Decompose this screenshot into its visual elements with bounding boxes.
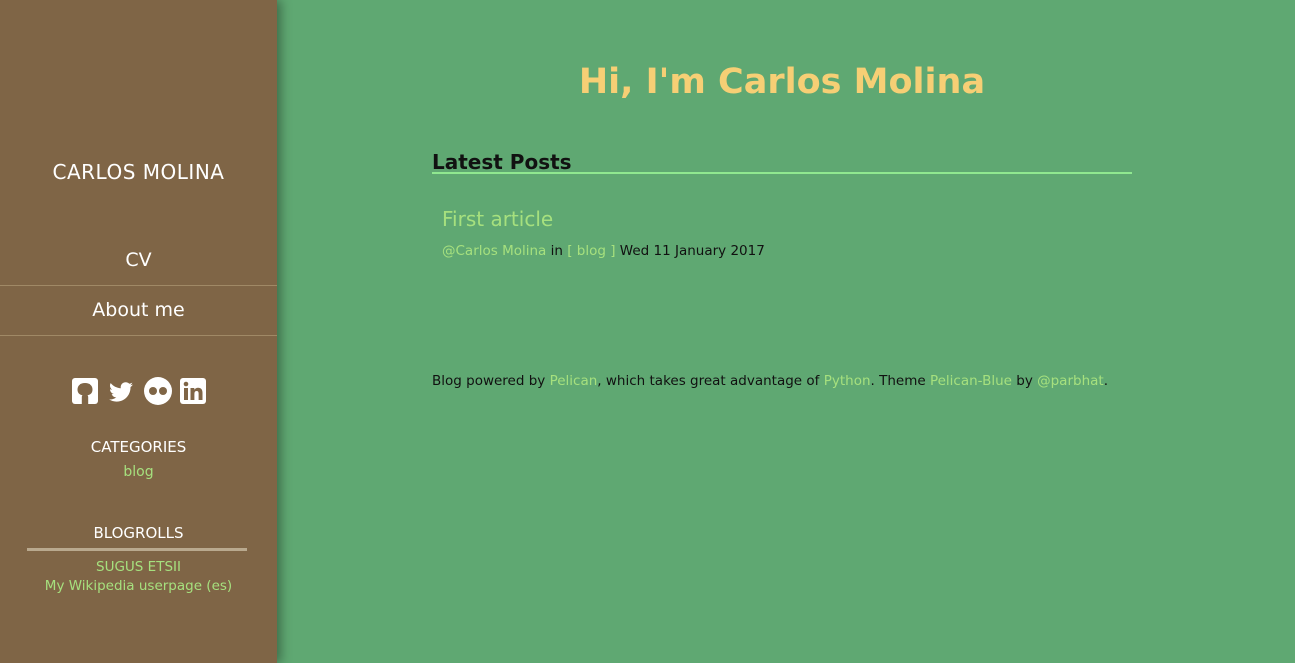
latest-posts-title: Latest Posts [432,150,572,174]
nav-item-about-me[interactable]: About me [0,286,277,336]
flickr-icon[interactable] [143,376,172,406]
article-meta: @Carlos Molina in [ blog ] Wed 11 Januar… [442,243,765,259]
footer-text: . Theme [870,373,930,389]
article-category-link[interactable]: [ blog ] [567,243,615,259]
category-link-blog[interactable]: blog [0,464,277,480]
categories-title: CATEGORIES [90,438,187,456]
article-author-link[interactable]: @Carlos Molina [442,243,546,259]
theme-author-link[interactable]: @parbhat [1037,373,1104,389]
site-title-link[interactable]: CARLOS MOLINA [0,160,277,184]
nav-item-cv[interactable]: CV [0,236,277,286]
sidebar: CARLOS MOLINA CV About me CATEGORIES blo… [0,0,277,663]
blogroll-link-wikipedia[interactable]: My Wikipedia userpage (es) [0,577,277,596]
article-title-link[interactable]: First article [442,207,553,231]
python-link[interactable]: Python [824,373,871,389]
linkedin-icon[interactable] [179,376,207,406]
footer-text: . [1103,373,1108,389]
pelican-link[interactable]: Pelican [550,373,598,389]
blogrolls-title: BLOGROLLS [93,524,184,542]
footer-text: Blog powered by [432,373,550,389]
footer: Blog powered by Pelican, which takes gre… [432,373,1108,389]
page-heading: Hi, I'm Carlos Molina [578,62,986,102]
footer-text: , which takes great advantage of [597,373,824,389]
sidebar-nav: CV About me [0,236,277,336]
social-links [0,376,277,406]
blogroll-link-sugus[interactable]: SUGUS ETSII [0,558,277,577]
github-icon[interactable] [71,376,99,406]
twitter-icon[interactable] [107,376,135,406]
footer-text: by [1011,373,1038,389]
blogroll-list: SUGUS ETSII My Wikipedia userpage (es) [0,558,277,596]
latest-posts-divider [432,172,1132,174]
article-date: Wed 11 January 2017 [619,243,765,259]
article-in-text: in [550,243,563,259]
blogrolls-divider [27,548,247,551]
theme-link[interactable]: Pelican-Blue [930,373,1012,389]
